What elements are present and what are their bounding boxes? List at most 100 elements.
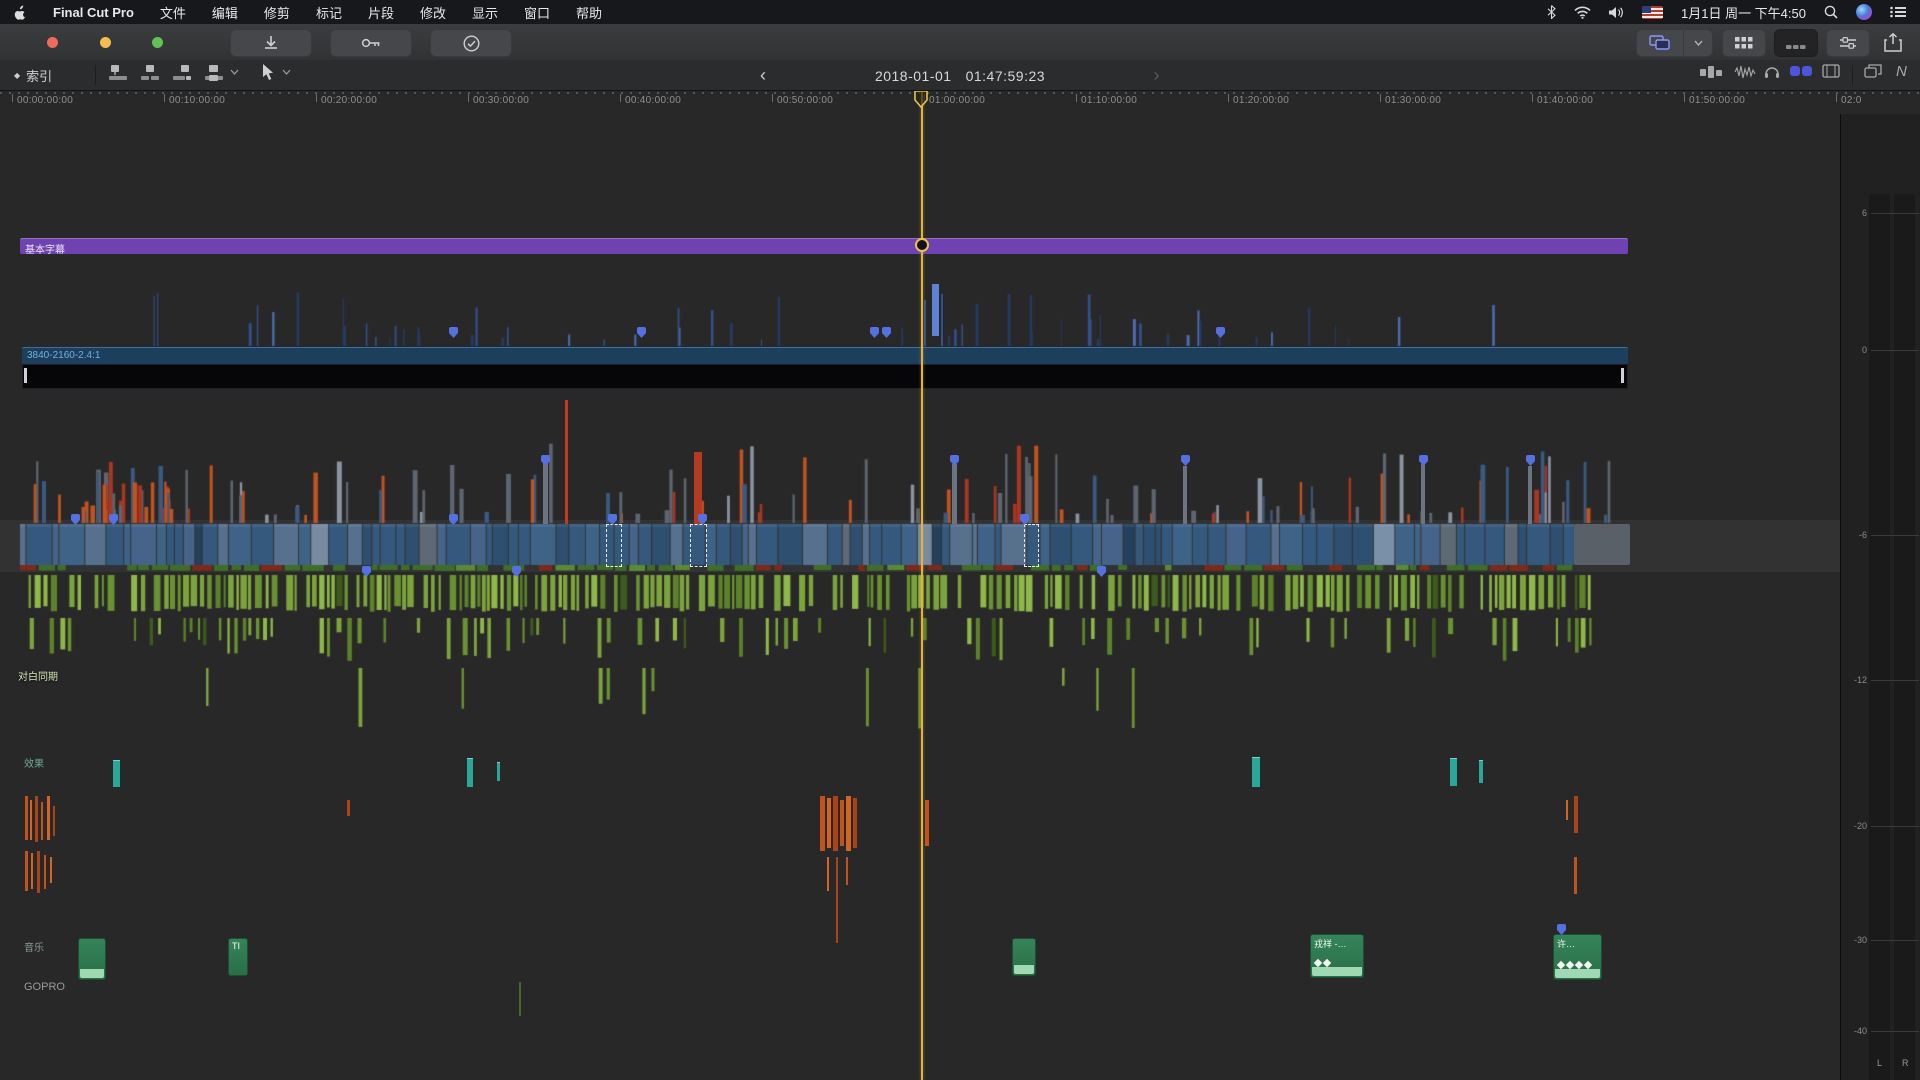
menu-item[interactable]: 窗口 [524,3,550,22]
timecode-time[interactable]: 01:47:59:23 [966,68,1045,84]
timeline-index-button[interactable]: ◆ 索引 [14,66,52,85]
connected-clip[interactable] [1183,466,1187,524]
sound-effect-clip[interactable] [37,851,40,893]
sound-effect-clip[interactable] [833,796,838,851]
menu-item[interactable]: 帮助 [576,3,602,22]
sound-effect-clip[interactable] [31,853,33,889]
selected-clip-outline[interactable] [606,524,622,567]
menu-item[interactable]: 显示 [472,3,498,22]
insert-edit-button[interactable] [140,64,160,81]
effect-clip[interactable] [497,762,500,781]
effect-clip[interactable] [1252,757,1260,787]
connected-clip[interactable] [543,462,548,524]
keyword-editor-button[interactable] [330,29,412,57]
show-timeline-button[interactable] [1774,29,1818,57]
sound-effect-clip[interactable] [44,855,46,889]
show-inspector-button[interactable] [1826,29,1870,57]
sound-effect-clip[interactable] [840,800,844,846]
timeline-area[interactable]: 00:00:00:0000:10:00:0000:20:00:0000:30:0… [0,90,1920,1080]
gap-clip[interactable] [1574,524,1630,565]
minimize-window-button[interactable] [100,37,111,48]
music-clip[interactable]: TI [228,938,248,976]
connected-clip[interactable] [952,464,957,524]
music-clip[interactable] [1012,938,1036,976]
timeline-ruler[interactable]: 00:00:00:0000:10:00:0000:20:00:0000:30:0… [0,90,1874,114]
gopro-clip[interactable] [519,982,521,1016]
sound-effect-clip[interactable] [846,796,851,851]
connected-clip[interactable] [924,300,926,346]
bluetooth-icon[interactable] [1547,5,1556,19]
sound-effect-clip[interactable] [25,851,28,891]
select-tool-button[interactable] [262,64,274,81]
sound-effect-clip[interactable] [25,796,28,840]
connected-clip[interactable] [932,284,939,336]
menu-item[interactable]: 修改 [420,3,446,22]
spotlight-search-icon[interactable] [1824,5,1838,19]
siri-icon[interactable] [1856,4,1872,20]
sound-effect-clip[interactable] [846,857,848,885]
apple-menu-icon[interactable] [14,5,27,20]
connected-clip[interactable] [694,452,702,524]
playhead-ruler-marker[interactable] [914,90,928,108]
close-window-button[interactable] [47,37,58,48]
input-source-flag-icon[interactable] [1642,6,1663,19]
sound-effect-clip[interactable] [47,796,50,840]
sound-effect-clip[interactable] [1574,796,1578,833]
selected-clip-outline[interactable] [1024,524,1039,567]
audio-waveform-button[interactable] [1734,64,1756,80]
connected-clip[interactable] [941,294,943,346]
solo-button[interactable] [1764,64,1780,80]
sound-effect-clip[interactable] [853,798,857,848]
viewer-options-dropdown[interactable] [1683,29,1713,57]
title-clip[interactable]: 基本字幕 [20,238,1628,254]
connected-clip[interactable] [565,400,568,524]
sound-effect-clip[interactable] [50,857,52,883]
sound-effect-clip[interactable] [827,857,829,891]
overwrite-edit-button[interactable] [204,64,224,81]
effect-clip[interactable] [113,760,120,787]
zoom-window-button[interactable] [152,37,163,48]
volume-icon[interactable] [1609,6,1624,19]
sound-effect-clip[interactable] [820,796,825,851]
share-button[interactable] [1884,33,1902,52]
edit-options-chevron[interactable] [230,69,239,75]
import-media-button[interactable] [230,29,312,57]
effect-clip[interactable] [467,758,473,787]
wifi-icon[interactable] [1574,6,1591,19]
sound-effect-clip[interactable] [30,800,32,840]
title-anchor-ring[interactable] [915,238,929,252]
menu-item[interactable]: 片段 [368,3,394,22]
menu-item[interactable]: 修剪 [264,3,290,22]
show-browser-viewer-button[interactable] [1636,29,1684,57]
notification-center-icon[interactable] [1890,6,1906,18]
connected-clip[interactable] [1528,466,1532,524]
connect-edit-button[interactable] [108,64,128,81]
menu-item[interactable]: 文件 [160,3,186,22]
timecode-date[interactable]: 2018-01-01 [875,68,952,84]
video-clip-filmstrip[interactable] [22,364,1628,389]
music-clip[interactable]: 许… [1553,934,1602,980]
snapping-button[interactable]: N [1896,63,1907,80]
sound-effect-clip[interactable] [1574,857,1577,894]
append-edit-button[interactable] [172,64,192,81]
selected-clip-outline[interactable] [690,524,707,567]
duplicate-view-button[interactable] [1864,64,1882,79]
connected-clip[interactable] [1421,464,1425,524]
video-clip-header[interactable]: 3840-2160-2.4:1 [22,347,1628,364]
menu-bar-clock[interactable]: 1月1日 周一 下午4:50 [1681,3,1806,22]
menu-item[interactable]: 编辑 [212,3,238,22]
timecode-prev-button[interactable]: ‹ [760,65,767,86]
effect-clip[interactable] [1479,760,1483,783]
sound-effect-clip[interactable] [827,798,831,848]
sound-effect-clip[interactable] [41,802,43,840]
show-browser-button[interactable] [1722,29,1766,57]
sound-effect-clip[interactable] [925,800,929,846]
sound-effect-clip[interactable] [347,800,350,816]
menu-app-name[interactable]: Final Cut Pro [53,5,134,20]
tool-options-chevron[interactable] [282,69,291,75]
menu-item[interactable]: 标记 [316,3,342,22]
filmstrip-view-button[interactable] [1822,64,1840,78]
background-tasks-button[interactable] [430,29,512,57]
sound-effect-clip[interactable] [1566,800,1568,820]
sound-effect-clip[interactable] [35,796,38,842]
